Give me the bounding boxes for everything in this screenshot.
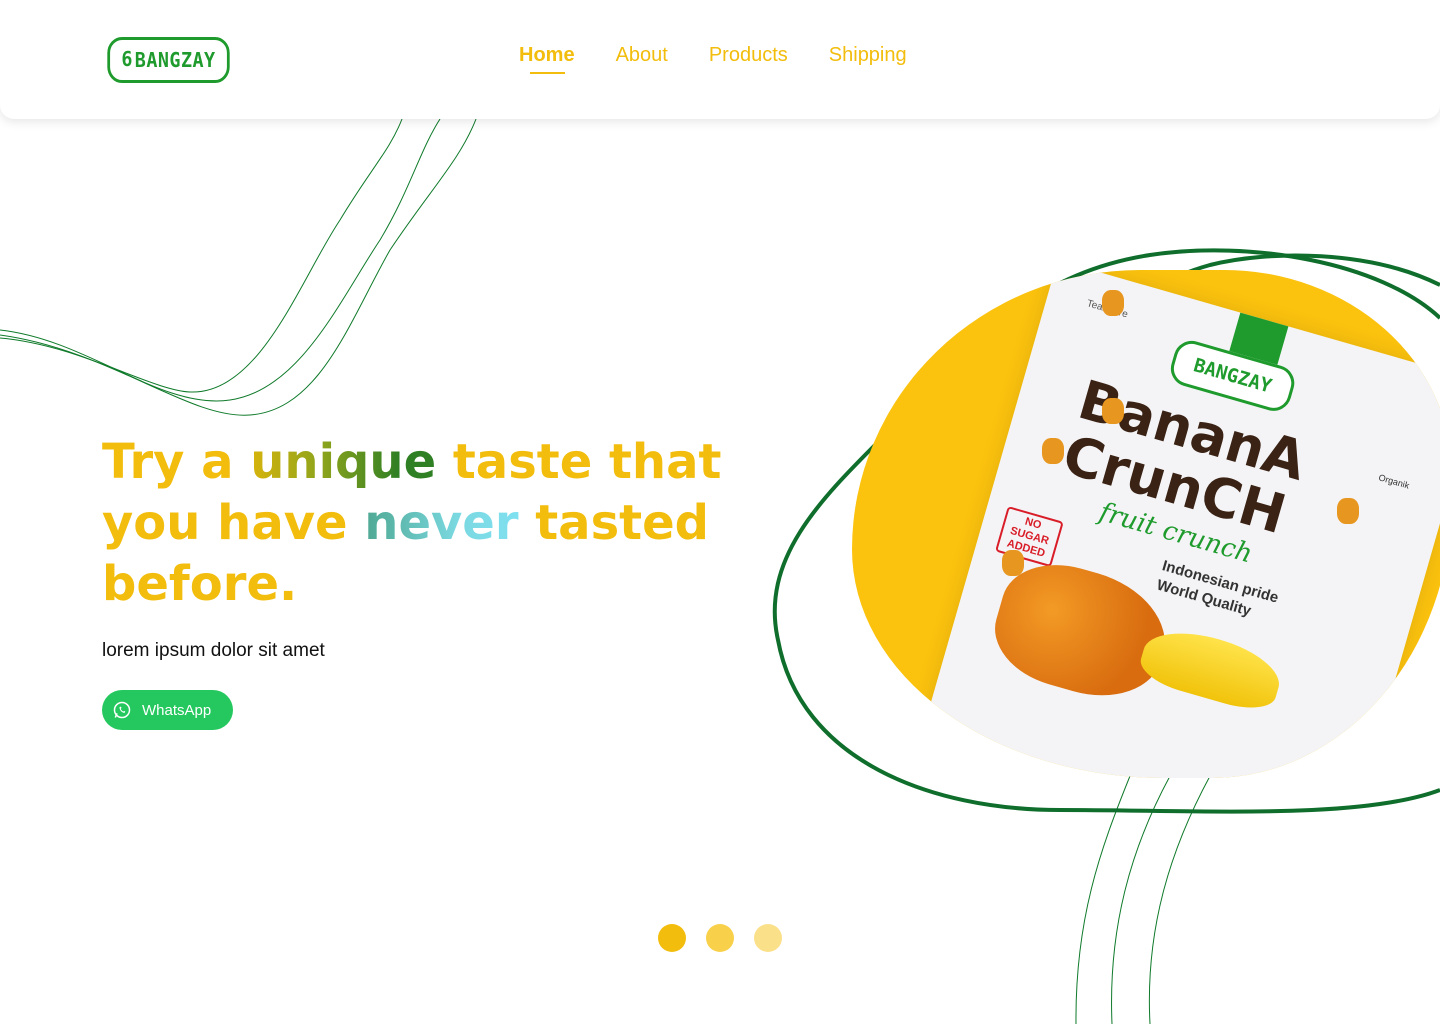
flying-chip <box>1042 438 1064 464</box>
flying-chip <box>1102 290 1124 316</box>
deco-line <box>1148 775 1211 1024</box>
deco-line <box>0 118 477 416</box>
carousel-dot-1[interactable] <box>658 924 686 952</box>
whatsapp-button-label: WhatsApp <box>142 701 212 719</box>
flying-chip <box>1337 498 1359 524</box>
flying-chip <box>1102 398 1124 424</box>
deco-line <box>1111 775 1171 1024</box>
nav-shipping[interactable]: Shipping <box>829 44 907 67</box>
nav-about[interactable]: About <box>616 44 668 67</box>
pack-tagline: Indonesian pride World Quality <box>1154 556 1281 628</box>
deco-line <box>0 118 441 402</box>
product-pack: Tear here BANGZAY Organik BananA CrunCH … <box>903 270 1440 778</box>
carousel-dot-3[interactable] <box>754 924 782 952</box>
brand-logo[interactable]: 6 BANGZAY <box>107 37 230 83</box>
product-image: Tear here BANGZAY Organik BananA CrunCH … <box>852 270 1440 778</box>
top-navbar: 6 BANGZAY Home About Products Shipping <box>0 0 1440 119</box>
hero-title-highlight: never <box>364 495 519 551</box>
logo-text: BANGZAY <box>134 48 216 72</box>
carousel-dots <box>658 924 782 952</box>
nav-products[interactable]: Products <box>709 44 788 67</box>
hero-title-part: Try a <box>102 434 251 490</box>
hero-subtitle: lorem ipsum dolor sit amet <box>102 640 325 661</box>
deco-line <box>0 118 403 393</box>
whatsapp-button[interactable]: WhatsApp <box>102 690 233 730</box>
whatsapp-icon <box>113 701 131 719</box>
logo-leaf-icon: 6 <box>121 47 133 71</box>
flying-chip <box>1002 550 1024 576</box>
deco-line <box>1075 775 1131 1024</box>
hero-title: Try a unique taste that you have never t… <box>102 432 762 615</box>
hero-title-highlight: unique <box>250 434 437 490</box>
carousel-dot-2[interactable] <box>706 924 734 952</box>
nav-links: Home About Products Shipping <box>519 44 948 74</box>
pack-organic-label: Organik <box>1377 472 1411 491</box>
nav-home[interactable]: Home <box>519 44 575 74</box>
